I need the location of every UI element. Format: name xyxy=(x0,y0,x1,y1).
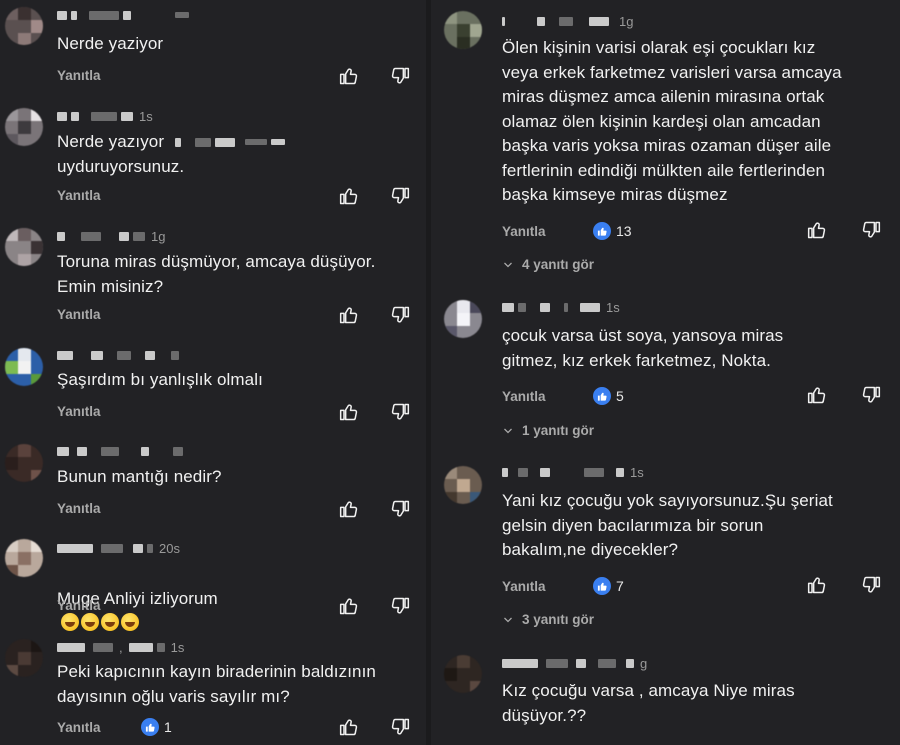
comment-text: Nerde yazıyor uyduruyorsunuz. xyxy=(57,132,185,176)
reply-button[interactable]: Yanıtla xyxy=(57,404,101,419)
avatar[interactable] xyxy=(444,655,482,693)
avatar[interactable] xyxy=(5,228,43,266)
view-replies-label: 3 yanıtı gör xyxy=(522,612,595,627)
like-count-badge[interactable]: 1 xyxy=(141,718,172,736)
thumb-down-icon[interactable] xyxy=(390,596,410,616)
avatar[interactable] xyxy=(444,300,482,338)
thumb-down-icon[interactable] xyxy=(861,385,881,405)
reply-button[interactable]: Yanıtla xyxy=(57,501,101,516)
comment-author-meta: g xyxy=(502,655,648,671)
reply-button[interactable]: Yanıtla xyxy=(57,188,101,203)
reply-button[interactable]: Yanıtla xyxy=(57,68,101,83)
avatar[interactable] xyxy=(5,444,43,482)
avatar[interactable] xyxy=(5,348,43,386)
reply-button[interactable]: Yanıtla xyxy=(502,579,546,594)
like-count: 5 xyxy=(616,388,624,404)
comment-author-meta xyxy=(57,348,179,362)
like-count: 13 xyxy=(616,223,632,239)
comment-text: Yani kız çocuğu yok sayıyorsunuz.Şu şeri… xyxy=(502,491,833,559)
comment-author-meta: 1s xyxy=(502,464,644,480)
comment-timestamp: 1g xyxy=(619,13,634,29)
comment-timestamp: 20s xyxy=(159,540,180,556)
comment-author-meta xyxy=(57,8,189,22)
view-replies-button[interactable]: 3 yanıtı gör xyxy=(502,612,594,627)
view-replies-button[interactable]: 1 yanıtı gör xyxy=(502,423,594,438)
chevron-down-icon xyxy=(504,428,512,433)
thumb-up-icon[interactable] xyxy=(339,402,359,422)
thumb-up-icon[interactable] xyxy=(339,186,359,206)
like-count-badge[interactable]: 13 xyxy=(593,222,632,240)
view-replies-button[interactable]: 4 yanıtı gör xyxy=(502,257,594,272)
right-comment-panel: 1g Ölen kişinin varisi olarak eşi çocukl… xyxy=(431,0,900,745)
reply-button[interactable]: Yanıtla xyxy=(502,389,546,404)
comment-author-meta: 1s xyxy=(502,299,620,315)
reply-button[interactable]: Yanıtla xyxy=(57,307,101,322)
comment-timestamp: 1g xyxy=(151,228,166,244)
comment-text: Ölen kişinin varisi olarak eşi çocukları… xyxy=(502,38,842,204)
comment-author-meta xyxy=(57,444,183,458)
comment-author-meta: 1s xyxy=(57,108,153,124)
comment-author-meta: 1g xyxy=(502,13,634,29)
reply-button[interactable]: Yanıtla xyxy=(57,598,101,613)
view-replies-label: 1 yanıtı gör xyxy=(522,423,595,438)
comment-author-meta: 20s xyxy=(57,540,180,556)
laughing-emoji-icon xyxy=(121,613,139,631)
comment-author-meta: , 1s xyxy=(57,639,185,655)
thumb-down-icon[interactable] xyxy=(390,499,410,519)
avatar[interactable] xyxy=(5,539,43,577)
avatar[interactable] xyxy=(5,639,43,677)
thumb-down-icon[interactable] xyxy=(390,717,410,737)
thumb-up-icon[interactable] xyxy=(339,66,359,86)
thumb-up-icon[interactable] xyxy=(339,596,359,616)
comment-text: Bunun mantığı nedir? xyxy=(57,467,222,486)
thumb-up-filled-icon xyxy=(593,387,611,405)
thumb-down-icon[interactable] xyxy=(390,305,410,325)
comment-timestamp: 1s xyxy=(630,464,644,480)
comment-text: Kız çocuğu varsa , amcaya Niye miras düş… xyxy=(502,681,795,725)
thumb-up-filled-icon xyxy=(593,222,611,240)
chevron-down-icon xyxy=(504,617,512,622)
comment-timestamp: 1s xyxy=(606,299,620,315)
comment-text: çocuk varsa üst soya, yansoya miras gitm… xyxy=(502,326,784,370)
thumb-down-icon[interactable] xyxy=(861,575,881,595)
like-count: 7 xyxy=(616,578,624,594)
like-count-badge[interactable]: 5 xyxy=(593,387,624,405)
avatar[interactable] xyxy=(444,11,482,49)
view-replies-label: 4 yanıtı gör xyxy=(522,257,595,272)
thumb-down-icon[interactable] xyxy=(390,402,410,422)
thumb-up-icon[interactable] xyxy=(339,305,359,325)
comment-author-meta: 1g xyxy=(57,228,166,244)
thumb-down-icon[interactable] xyxy=(861,220,881,240)
left-comment-panel: Nerde yaziyor Yanıtla 1s Nerde yazıyor u… xyxy=(0,0,426,745)
laughing-emoji-icon xyxy=(101,613,119,631)
thumb-down-icon[interactable] xyxy=(390,186,410,206)
comment-timestamp: 1s xyxy=(170,639,185,655)
comment-text: Şaşırdım bı yanlışlık olmalı xyxy=(57,370,263,389)
thumb-down-icon[interactable] xyxy=(390,66,410,86)
chevron-down-icon xyxy=(504,262,512,267)
thumb-up-icon[interactable] xyxy=(339,717,359,737)
comment-text: Peki kapıcının kayın biraderinin baldızı… xyxy=(57,662,376,706)
thumb-up-filled-icon xyxy=(141,718,159,736)
redacted-mention xyxy=(175,135,285,149)
thumb-up-icon[interactable] xyxy=(807,220,827,240)
comment-text: Nerde yaziyor xyxy=(57,34,164,53)
avatar[interactable] xyxy=(5,108,43,146)
avatar[interactable] xyxy=(444,466,482,504)
thumb-up-icon[interactable] xyxy=(807,575,827,595)
comment-timestamp: g xyxy=(640,655,648,671)
thumb-up-icon[interactable] xyxy=(807,385,827,405)
comment-text: Toruna miras düşmüyor, amcaya düşüyor. E… xyxy=(57,252,376,296)
like-count-badge[interactable]: 7 xyxy=(593,577,624,595)
like-count: 1 xyxy=(164,719,172,735)
avatar[interactable] xyxy=(5,7,43,45)
comment-timestamp: 1s xyxy=(139,108,153,124)
thumb-up-icon[interactable] xyxy=(339,499,359,519)
reply-button[interactable]: Yanıtla xyxy=(57,720,101,735)
thumb-up-filled-icon xyxy=(593,577,611,595)
reply-button[interactable]: Yanıtla xyxy=(502,224,546,239)
